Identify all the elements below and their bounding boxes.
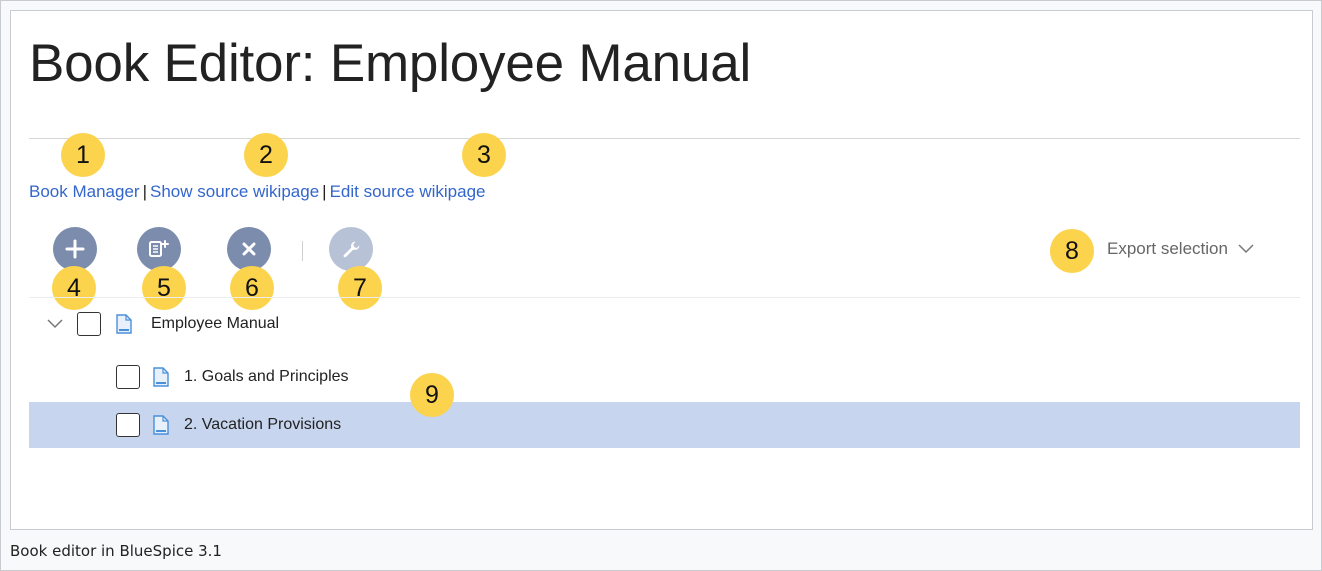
- node-label: Employee Manual: [151, 315, 280, 332]
- page-icon: [153, 415, 169, 435]
- title-divider: [29, 138, 1300, 139]
- figure-caption: Book editor in BlueSpice 3.1: [10, 542, 222, 560]
- callout-3: 3: [462, 133, 506, 177]
- export-selection-dropdown[interactable]: Export selection: [1107, 239, 1254, 259]
- callout-9: 9: [410, 373, 454, 417]
- callout-8: 8: [1050, 229, 1094, 273]
- wrench-icon: [343, 241, 360, 258]
- page-title: Book Editor: Employee Manual: [29, 34, 752, 93]
- chevron-down-icon: [1238, 244, 1254, 254]
- add-list-icon: [149, 240, 169, 257]
- tree-node-root[interactable]: Employee Manual: [29, 301, 1300, 347]
- export-selection-label: Export selection: [1107, 239, 1228, 258]
- add-mass-nodes-button[interactable]: [137, 227, 181, 271]
- link-separator: |: [142, 182, 147, 201]
- page-icon: [116, 314, 132, 334]
- toolbar-separator: [302, 241, 303, 261]
- book-manager-link[interactable]: Book Manager: [29, 182, 140, 201]
- node-checkbox[interactable]: [116, 365, 140, 389]
- node-checkbox[interactable]: [77, 312, 101, 336]
- page-icon: [153, 367, 169, 387]
- show-source-link[interactable]: Show source wikipage: [150, 182, 319, 201]
- link-separator: |: [322, 182, 327, 201]
- book-links: Book Manager | Show source wikipage | Edit s…: [29, 182, 486, 202]
- node-label: 2. Vacation Provisions: [184, 416, 342, 433]
- callout-2: 2: [244, 133, 288, 177]
- add-node-button[interactable]: [53, 227, 97, 271]
- close-icon: [242, 242, 256, 256]
- book-tree: Employee Manual 1. Goals and Principles …: [29, 297, 1300, 529]
- callout-1: 1: [61, 133, 105, 177]
- book-editor-screenshot: Book Editor: Employee Manual 1 2 3 Book …: [10, 10, 1313, 530]
- plus-icon: [65, 239, 85, 259]
- node-checkbox[interactable]: [116, 413, 140, 437]
- tree-node-child[interactable]: 1. Goals and Principles: [29, 354, 1300, 400]
- chevron-down-icon[interactable]: [47, 319, 63, 329]
- edit-source-link[interactable]: Edit source wikipage: [330, 182, 486, 201]
- node-label: 1. Goals and Principles: [184, 368, 349, 385]
- remove-node-button[interactable]: [227, 227, 271, 271]
- node-settings-button[interactable]: [329, 227, 373, 271]
- tree-node-child-selected[interactable]: 2. Vacation Provisions: [29, 402, 1300, 448]
